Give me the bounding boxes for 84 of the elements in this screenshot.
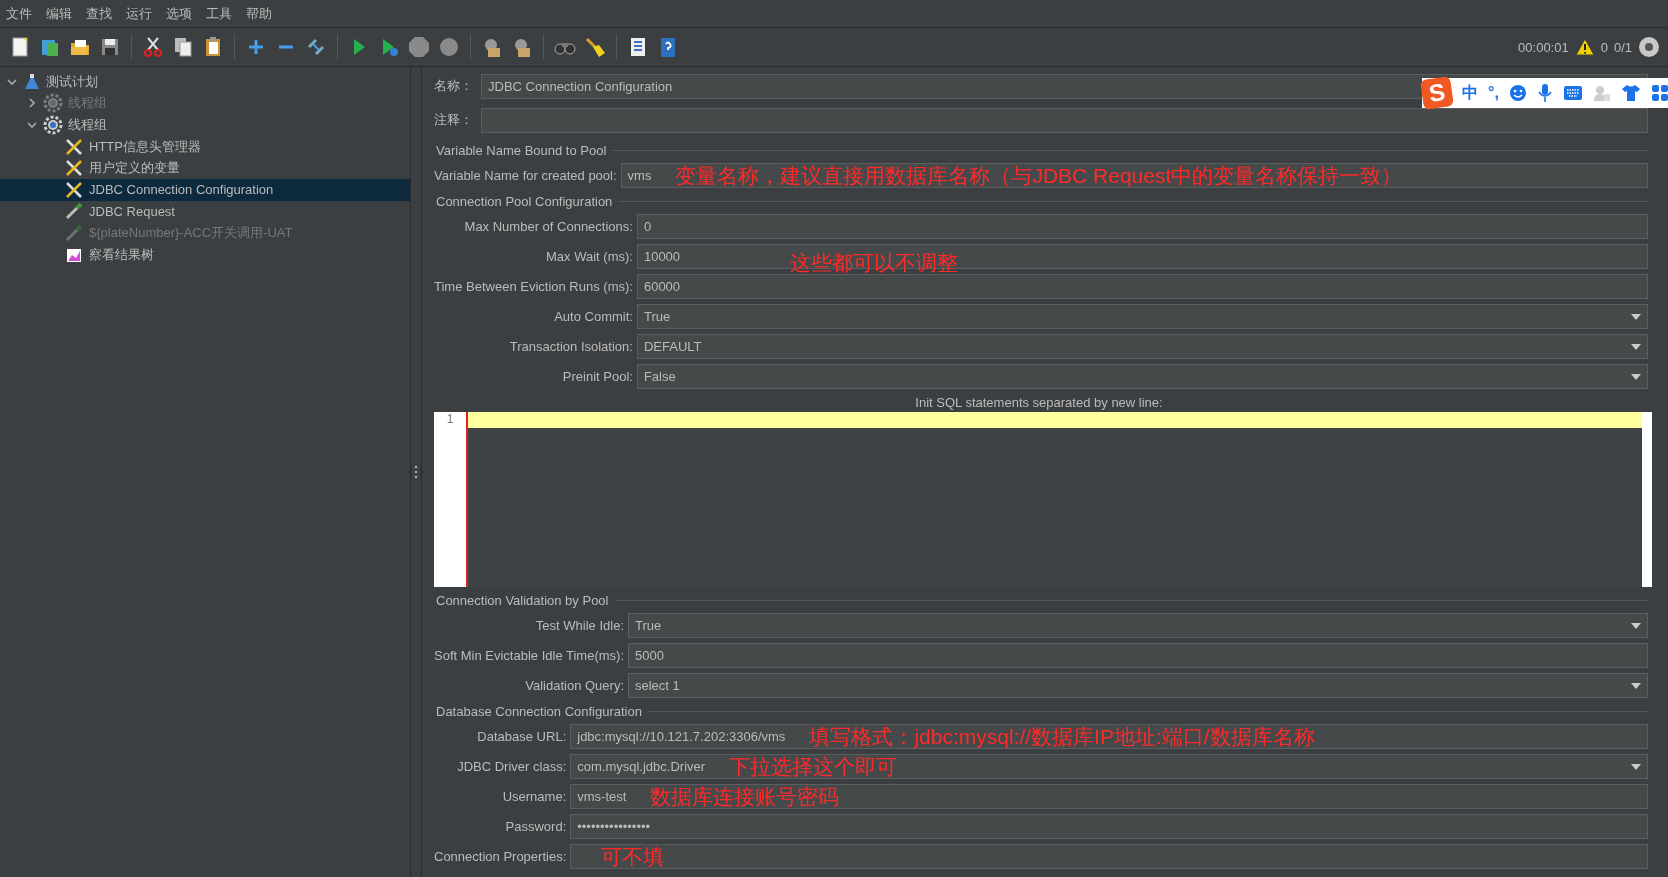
tree-item[interactable]: HTTP信息头管理器 — [0, 135, 410, 158]
field-label: Time Between Eviction Runs (ms): — [433, 279, 633, 294]
section-title: Connection Pool Configuration — [436, 193, 613, 209]
menu-item[interactable]: 选项 — [166, 4, 192, 23]
scissors-icon[interactable] — [141, 35, 165, 59]
menu-item[interactable]: 编辑 — [46, 4, 72, 23]
dropdown[interactable]: False — [636, 364, 1648, 389]
dropdown[interactable]: True — [628, 613, 1648, 638]
broom-icon[interactable] — [583, 35, 607, 59]
annotation: 下拉选择这个即可 — [729, 756, 898, 777]
annotation: 变量名称，建议直接用数据库名称（与JDBC Request中的变量名称保持一致） — [675, 165, 1403, 186]
flask-icon — [23, 72, 41, 91]
annotation: 可不填 — [601, 846, 665, 867]
chevron-down-icon[interactable] — [26, 119, 38, 131]
field-label: Auto Commit: — [553, 309, 633, 324]
field-label: Database URL: — [476, 729, 567, 744]
tree-item[interactable]: 线程组 — [0, 114, 410, 136]
grid-icon[interactable] — [1650, 84, 1668, 102]
input-field[interactable]: 60000 — [636, 274, 1648, 299]
section-title: Connection Validation by Pool — [436, 592, 609, 608]
menu-item[interactable]: 文件 — [6, 4, 32, 23]
field-label: Soft Min Evictable Idle Time(ms): — [433, 648, 624, 663]
tree-item[interactable]: JDBC Request — [0, 200, 410, 223]
microphone-icon[interactable] — [1536, 83, 1553, 103]
keyboard-icon[interactable] — [1562, 85, 1583, 101]
warning-icon[interactable] — [1574, 38, 1595, 56]
tree-item[interactable]: 用户定义的变量 — [0, 157, 410, 179]
editor-caption: Init SQL statements separated by new line: — [914, 394, 1164, 412]
input-field[interactable]: vms 变量名称，建议直接用数据库名称（与JDBC Request中的变量名称保持一致） — [620, 163, 1648, 188]
field-label: Password: — [504, 819, 567, 834]
menu-item[interactable]: 帮助 — [246, 4, 272, 23]
field-label: 名称： — [434, 77, 473, 95]
annotation: 填写格式：jdbc:mysql://数据库IP地址:端口/数据库名称 — [809, 726, 1315, 747]
annotation: 数据库连接账号密码 — [650, 786, 840, 807]
input-field[interactable]: vms-test 数据库连接账号密码 — [570, 784, 1648, 809]
shirt-icon[interactable] — [1620, 84, 1641, 102]
smiley-icon[interactable] — [1508, 84, 1527, 102]
warning-count: 0 — [1600, 39, 1608, 55]
caret-icon — [1631, 343, 1641, 350]
field-label: Preinit Pool: — [561, 369, 633, 384]
field-label: Connection Properties: — [433, 849, 567, 864]
tools-icon — [64, 179, 84, 200]
caret-icon — [1631, 373, 1641, 380]
field-label: Variable Name for created pool: — [433, 168, 617, 183]
dropdown[interactable]: com.mysql.jdbc.Driver 下拉选择这个即可 — [570, 754, 1648, 779]
comment-field[interactable] — [481, 107, 1648, 133]
field-label: Max Number of Connections: — [463, 219, 633, 234]
tree-item[interactable]: JDBC Connection Configuration — [0, 178, 410, 201]
elapsed-time: 00:00:01 — [1518, 39, 1569, 55]
dropdown[interactable]: DEFAULT — [636, 334, 1648, 359]
password-field[interactable]: •••••••••••••••• — [570, 814, 1648, 839]
caret-icon — [1631, 622, 1641, 629]
menu-item[interactable]: 运行 — [126, 4, 152, 23]
input-field[interactable]: 5000 — [628, 643, 1648, 668]
ime-punctuation[interactable]: °, — [1488, 84, 1499, 102]
caret-icon — [1631, 682, 1641, 689]
input-field[interactable]: 0 — [636, 214, 1648, 239]
tools-icon — [64, 136, 84, 157]
pipette-icon — [64, 222, 84, 243]
caret-icon — [1631, 313, 1641, 320]
section-title: Variable Name Bound to Pool — [436, 142, 607, 158]
dropdown[interactable]: select 1 — [628, 673, 1648, 698]
pipette-icon — [64, 201, 84, 222]
menu-item[interactable]: 工具 — [206, 4, 232, 23]
dropdown[interactable]: True — [636, 304, 1648, 329]
thread-count: 0/1 — [1613, 39, 1632, 55]
field-label: JDBC Driver class: — [456, 759, 567, 774]
stop-icon[interactable] — [437, 35, 461, 59]
field-label: 注释： — [434, 111, 473, 129]
section-title: Database Connection Configuration — [436, 703, 642, 719]
caret-icon — [1631, 763, 1641, 770]
line-number: 1 — [446, 412, 454, 426]
field-label: Username: — [501, 789, 567, 804]
splitter-handle-icon[interactable] — [414, 465, 418, 479]
tree-item[interactable]: 测试计划 — [0, 71, 410, 93]
input-field[interactable]: jdbc:mysql://10.121.7.202:3306/vms 填写格式：jdbc:mysql://数据库IP地址:端口/数据库名称 — [570, 724, 1648, 749]
field-label: Transaction Isolation: — [508, 339, 633, 354]
menu-item[interactable]: 查找 — [86, 4, 112, 23]
tree-item[interactable]: 察看结果树 — [0, 243, 410, 266]
globe-icon — [1638, 36, 1660, 58]
stop-icon[interactable] — [407, 35, 431, 59]
field-label: Validation Query: — [524, 678, 624, 693]
field-label: Max Wait (ms): — [545, 249, 633, 264]
field-label: Test While Idle: — [534, 618, 624, 633]
